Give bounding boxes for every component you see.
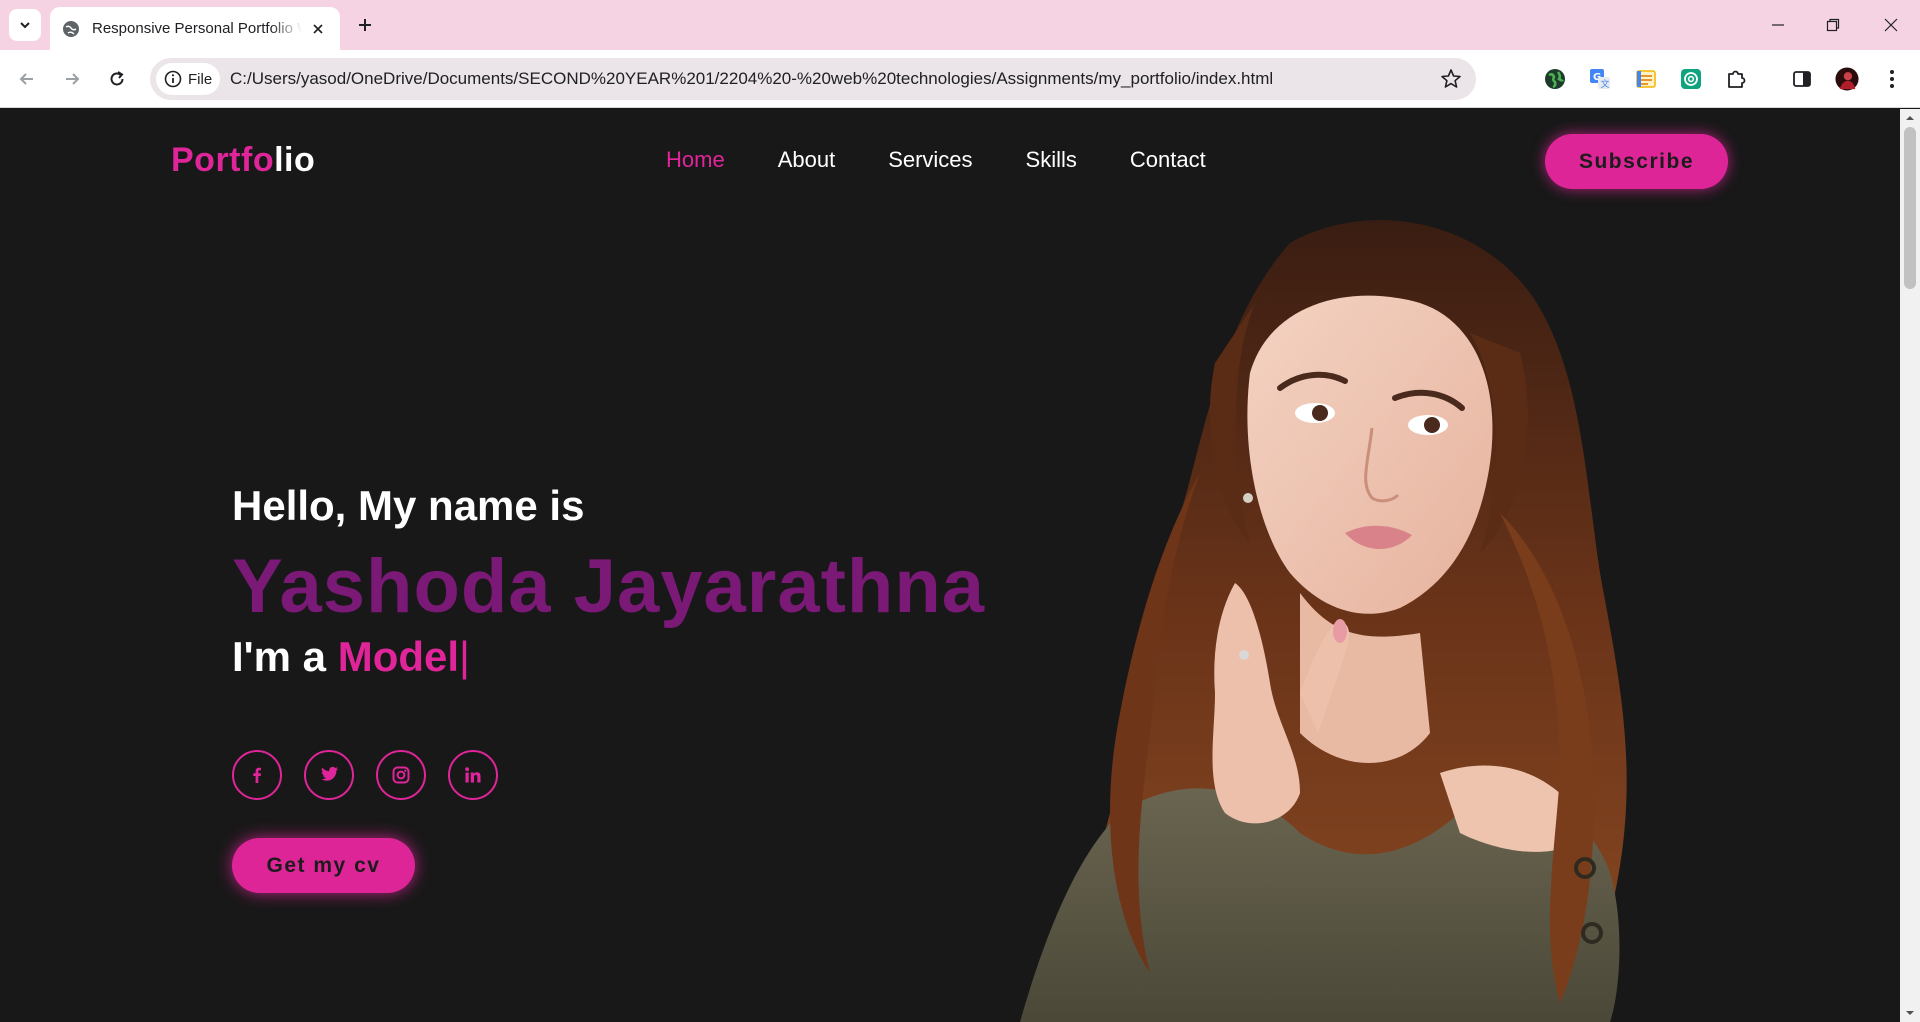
avatar-icon — [1835, 67, 1859, 91]
more-vertical-icon — [1890, 70, 1894, 88]
facebook-link[interactable] — [232, 750, 282, 800]
side-panel-icon — [1793, 71, 1811, 87]
browser-tab[interactable]: Responsive Personal Portfolio W — [50, 7, 340, 50]
browser-toolbar: File C:/Users/yasod/OneDrive/Documents/S… — [0, 50, 1920, 108]
linkedin-icon — [465, 767, 481, 783]
close-window-button[interactable] — [1876, 12, 1906, 38]
extension-globe-button[interactable] — [1543, 67, 1567, 91]
earth-icon — [1545, 69, 1565, 89]
logo-part-1: Portfo — [171, 141, 275, 179]
plus-icon — [359, 19, 371, 31]
globe-icon — [63, 20, 79, 37]
reload-icon — [110, 71, 124, 86]
role-word: Model — [337, 633, 460, 680]
info-icon — [164, 70, 182, 88]
translate-icon: G文 — [1590, 69, 1610, 90]
tab-search-button[interactable] — [9, 9, 41, 41]
social-links — [232, 750, 520, 800]
tab-close-button[interactable] — [308, 19, 328, 39]
chevron-down-icon — [20, 22, 30, 29]
scheme-label: File — [188, 70, 213, 88]
facebook-icon — [253, 767, 261, 783]
nav-home[interactable]: Home — [666, 147, 725, 173]
linkedin-link[interactable] — [448, 750, 498, 800]
instagram-link[interactable] — [376, 750, 426, 800]
twitter-icon — [321, 766, 339, 781]
nav-about[interactable]: About — [778, 147, 836, 173]
site-logo[interactable]: Portfolio — [171, 141, 315, 180]
address-bar[interactable]: File C:/Users/yasod/OneDrive/Documents/S… — [150, 58, 1476, 100]
role-prefix: I'm a — [232, 633, 338, 680]
page-scrollbar[interactable] — [1900, 109, 1920, 1022]
restore-icon — [1826, 18, 1840, 32]
tab-title: Responsive Personal Portfolio W — [92, 20, 302, 37]
minimize-button[interactable] — [1763, 12, 1793, 38]
nav-services[interactable]: Services — [888, 147, 972, 173]
extensions-button[interactable] — [1724, 67, 1748, 91]
profile-avatar[interactable] — [1835, 67, 1859, 91]
scroll-up-arrow-icon[interactable] — [1905, 113, 1915, 123]
nav-contact[interactable]: Contact — [1130, 147, 1206, 173]
new-tab-button[interactable] — [352, 12, 378, 38]
hero-greeting: Hello, My name is — [232, 482, 585, 529]
logo-part-2: lio — [274, 141, 316, 179]
forward-button[interactable] — [58, 65, 86, 93]
scrollbar-thumb[interactable] — [1904, 127, 1916, 289]
get-cv-button[interactable]: Get my cv — [232, 838, 415, 893]
browser-tabstrip: Responsive Personal Portfolio W — [0, 0, 1920, 50]
extension-chatgpt-button[interactable] — [1679, 67, 1703, 91]
minimize-icon — [1772, 24, 1784, 26]
twitter-link[interactable] — [304, 750, 354, 800]
browser-menu-button[interactable] — [1880, 67, 1904, 91]
arrow-left-icon — [19, 73, 33, 85]
typing-caret: | — [459, 633, 470, 680]
svg-text:文: 文 — [1601, 78, 1610, 90]
close-icon — [1884, 18, 1898, 32]
chatgpt-icon — [1681, 69, 1701, 89]
reload-button[interactable] — [103, 65, 131, 93]
scroll-down-arrow-icon[interactable] — [1905, 1008, 1915, 1018]
instagram-icon — [392, 766, 410, 784]
hero-role: I'm a Model| — [232, 633, 470, 681]
puzzle-icon — [1728, 70, 1746, 88]
portfolio-page: Portfolio Home About Services Skills Con… — [0, 109, 1900, 1022]
site-info-chip[interactable]: File — [156, 63, 220, 95]
side-panel-button[interactable] — [1790, 67, 1814, 91]
url-text[interactable]: C:/Users/yasod/OneDrive/Documents/SECOND… — [230, 69, 1273, 89]
nav-skills[interactable]: Skills — [1026, 147, 1077, 173]
extension-notes-button[interactable] — [1634, 67, 1658, 91]
extension-translate-button[interactable]: G文 — [1588, 67, 1612, 91]
hero-portrait-image — [1020, 220, 1627, 1022]
notes-icon — [1636, 70, 1656, 88]
arrow-right-icon — [66, 73, 80, 85]
hero-name: Yashoda Jayarathna — [232, 544, 986, 629]
restore-button[interactable] — [1818, 12, 1848, 38]
back-button[interactable] — [13, 65, 41, 93]
main-nav: Home About Services Skills Contact — [666, 147, 1259, 173]
close-icon — [313, 23, 323, 34]
subscribe-button[interactable]: Subscribe — [1545, 134, 1728, 189]
bookmark-star-icon[interactable] — [1440, 68, 1462, 90]
